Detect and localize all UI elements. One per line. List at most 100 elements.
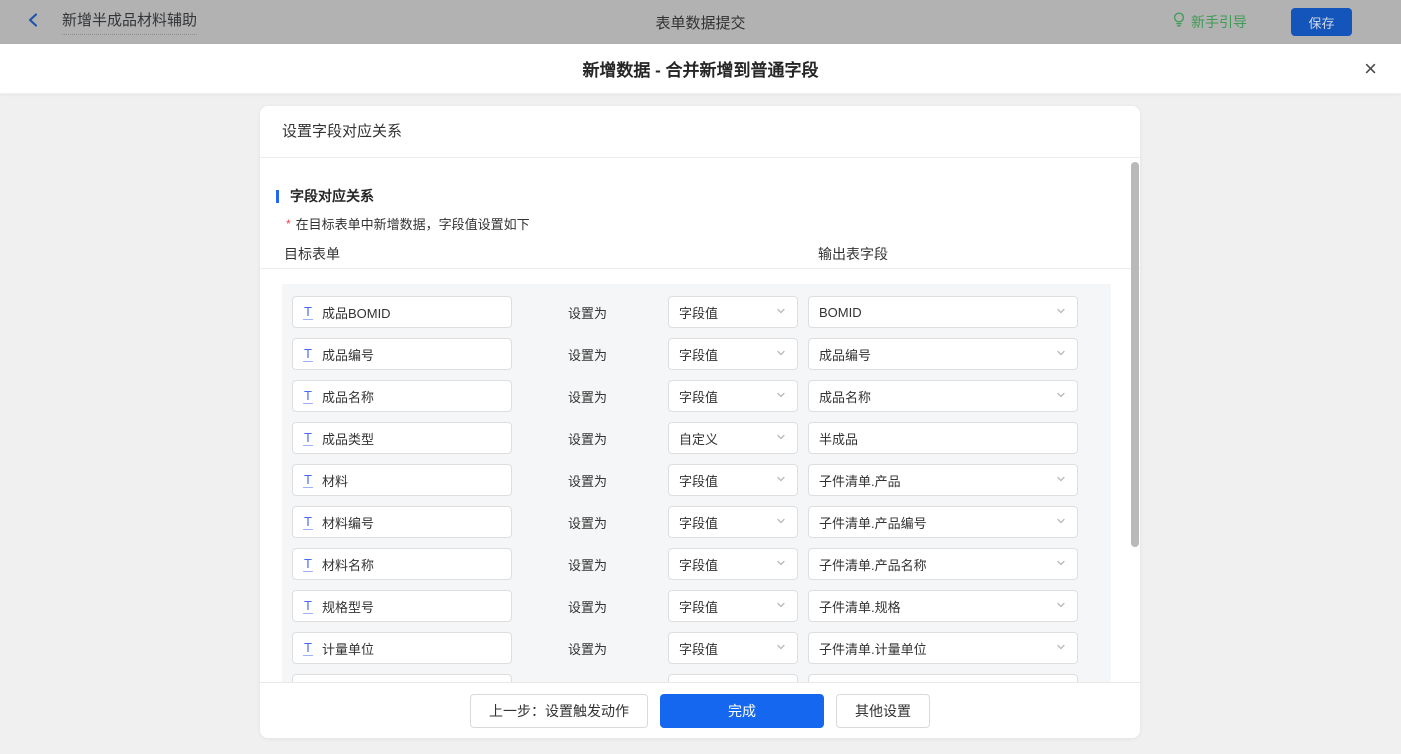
target-field-box[interactable]: T 成品BOMID	[292, 296, 512, 328]
output-field-dropdown[interactable]: 子件清单.产品	[808, 464, 1078, 496]
value-type-chevron-down-icon	[775, 641, 787, 656]
mapping-row: T 成品名称 设置为 字段值 成品名称	[292, 380, 1111, 412]
output-field-dropdown[interactable]: 子件清单.计量单位	[808, 632, 1078, 664]
target-field-box[interactable]: T 材料名称	[292, 548, 512, 580]
modal-body: 设置字段对应关系 字段对应关系 * 在目标表单中新增数据，字段值设置如下 目标表单…	[0, 94, 1401, 754]
output-chevron-down-icon	[1055, 305, 1067, 320]
value-type-dropdown[interactable]: 字段值	[668, 506, 798, 538]
text-field-icon: T	[303, 639, 313, 656]
value-type-chevron-down-icon	[775, 557, 787, 572]
output-field-dropdown[interactable]: 半成品	[808, 422, 1078, 454]
section-description-text: 在目标表单中新增数据，字段值设置如下	[295, 217, 530, 232]
output-chevron-down-icon	[1055, 599, 1067, 614]
set-as-label: 设置为	[568, 305, 608, 321]
output-field-label: 子件清单.规格	[819, 599, 901, 615]
other-settings-button[interactable]: 其他设置	[836, 693, 930, 728]
value-type-chevron-down-icon	[775, 515, 787, 530]
value-type-chevron-down-icon	[775, 599, 787, 614]
text-field-icon: T	[303, 345, 313, 362]
output-field-dropdown[interactable]: 子件清单.规格	[808, 590, 1078, 622]
value-type-chevron-down-icon	[775, 389, 787, 404]
mapping-row: T 材料编号 设置为 字段值 子件清单.产品编号	[292, 506, 1111, 538]
set-as-label: 设置为	[568, 557, 608, 573]
mapping-row: T 计量单位 设置为 字段值 子件清单.计量单位	[292, 632, 1111, 664]
mapping-row: T 成品类型 设置为 自定义 半成品	[292, 422, 1111, 454]
mapping-row: T 材料名称 设置为 字段值 子件清单.产品名称	[292, 548, 1111, 580]
target-field-box[interactable]: T 计量单位	[292, 632, 512, 664]
target-field-box[interactable]: T 材料	[292, 464, 512, 496]
card-header-title: 设置字段对应关系	[260, 106, 1140, 158]
beginner-guide-link[interactable]: 新手引导	[1172, 11, 1247, 33]
output-chevron-down-icon	[1055, 557, 1067, 572]
output-field-dropdown[interactable]: 成品名称	[808, 380, 1078, 412]
output-field-dropdown[interactable]: 子件清单.产品名称	[808, 548, 1078, 580]
section-description: * 在目标表单中新增数据，字段值设置如下	[286, 214, 530, 233]
required-asterisk: *	[286, 217, 291, 231]
modal-header: 新增数据 - 合并新增到普通字段 ×	[0, 44, 1401, 94]
output-field-label: 成品编号	[819, 347, 872, 363]
target-field-box[interactable]: T 成品名称	[292, 380, 512, 412]
set-as-label: 设置为	[568, 641, 608, 657]
target-field-label: 计量单位	[321, 641, 374, 657]
field-mapping-card: 设置字段对应关系 字段对应关系 * 在目标表单中新增数据，字段值设置如下 目标表单…	[260, 106, 1140, 738]
text-field-icon: T	[303, 555, 313, 572]
text-field-icon: T	[303, 471, 313, 488]
value-type-label: 字段值	[679, 473, 719, 489]
value-type-dropdown[interactable]: 字段值	[668, 338, 798, 370]
target-field-box[interactable]: T 规格型号	[292, 590, 512, 622]
value-type-chevron-down-icon	[775, 473, 787, 488]
finish-button[interactable]: 完成	[660, 693, 824, 728]
output-field-label: 成品名称	[819, 389, 872, 405]
target-field-label: 成品类型	[321, 431, 374, 447]
output-field-dropdown[interactable]: BOMID	[808, 296, 1078, 328]
value-type-dropdown[interactable]: 自定义	[668, 422, 798, 454]
value-type-chevron-down-icon	[775, 431, 787, 446]
value-type-dropdown[interactable]: 字段值	[668, 380, 798, 412]
output-field-label: 子件清单.产品编号	[819, 515, 927, 531]
target-field-label: 材料	[321, 473, 348, 489]
set-as-label: 设置为	[568, 473, 608, 489]
output-field-label: 半成品	[819, 431, 859, 447]
text-field-icon: T	[303, 597, 313, 614]
output-chevron-down-icon	[1055, 641, 1067, 656]
value-type-dropdown[interactable]: 字段值	[668, 548, 798, 580]
value-type-dropdown[interactable]: 字段值	[668, 632, 798, 664]
target-field-label: 成品编号	[321, 347, 374, 363]
mapping-row: T 规格型号 设置为 字段值 子件清单.规格	[292, 590, 1111, 622]
value-type-dropdown[interactable]: 字段值	[668, 464, 798, 496]
set-as-label: 设置为	[568, 515, 608, 531]
mapping-rows: T 成品BOMID 设置为 字段值 BOMID T 成品编号 设置为 字段值 成…	[282, 284, 1111, 738]
section-title: 字段对应关系	[290, 188, 374, 204]
close-icon[interactable]: ×	[1364, 57, 1377, 80]
value-type-dropdown[interactable]: 字段值	[668, 296, 798, 328]
output-field-dropdown[interactable]: 成品编号	[808, 338, 1078, 370]
topbar: 新增半成品材料辅助 表单数据提交 新手引导 保存	[0, 0, 1401, 44]
value-type-label: 字段值	[679, 515, 719, 531]
value-type-chevron-down-icon	[775, 347, 787, 362]
save-button[interactable]: 保存	[1291, 8, 1352, 36]
text-field-icon: T	[303, 303, 313, 320]
modal-title: 新增数据 - 合并新增到普通字段	[582, 61, 819, 80]
mapping-row: T 材料 设置为 字段值 子件清单.产品	[292, 464, 1111, 496]
output-field-label: BOMID	[819, 304, 862, 320]
previous-step-button[interactable]: 上一步：设置触发动作	[470, 693, 648, 728]
mapping-row: T 成品BOMID 设置为 字段值 BOMID	[292, 296, 1111, 328]
value-type-label: 字段值	[679, 347, 719, 363]
target-field-box[interactable]: T 材料编号	[292, 506, 512, 538]
target-field-label: 材料编号	[321, 515, 374, 531]
vertical-scrollbar[interactable]	[1131, 162, 1139, 547]
value-type-label: 字段值	[679, 557, 719, 573]
target-field-box[interactable]: T 成品类型	[292, 422, 512, 454]
output-field-label: 子件清单.计量单位	[819, 641, 927, 657]
target-field-label: 成品BOMID	[321, 305, 391, 321]
output-field-label: 子件清单.产品名称	[819, 557, 927, 573]
set-as-label: 设置为	[568, 347, 608, 363]
output-field-dropdown[interactable]: 子件清单.产品编号	[808, 506, 1078, 538]
target-field-box[interactable]: T 成品编号	[292, 338, 512, 370]
value-type-label: 字段值	[679, 641, 719, 657]
set-as-label: 设置为	[568, 599, 608, 615]
value-type-dropdown[interactable]: 字段值	[668, 590, 798, 622]
set-as-label: 设置为	[568, 389, 608, 405]
column-header-output-fields: 输出表字段	[818, 246, 888, 262]
output-chevron-down-icon	[1055, 347, 1067, 362]
